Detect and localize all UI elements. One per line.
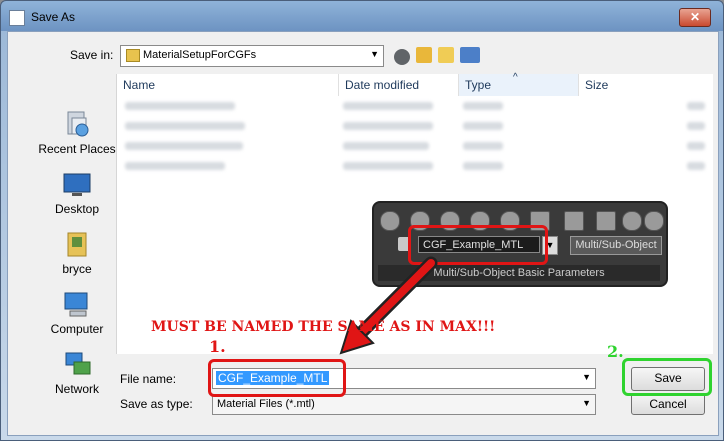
- places-bar: Recent Places Desktop bryce Computer Net…: [32, 110, 122, 410]
- file-type-blurred: [463, 122, 503, 130]
- save-as-type-dropdown[interactable]: Material Files (*.mtl) ▼: [212, 394, 596, 415]
- place-recent-places[interactable]: Recent Places: [32, 110, 122, 156]
- save-as-dialog: Save As ✕ Save in: MaterialSetupForCGFs …: [0, 0, 724, 441]
- column-header-date-modified[interactable]: Date modified: [339, 74, 459, 96]
- desktop-icon: [63, 173, 91, 196]
- arrow-annotation: [339, 256, 438, 355]
- go-to-parent-icon: [596, 211, 616, 231]
- place-computer[interactable]: Computer: [32, 290, 122, 336]
- file-type-blurred: [463, 102, 503, 110]
- chevron-down-icon: ▼: [370, 49, 379, 59]
- folder-icon: [126, 49, 140, 62]
- get-material-icon: [380, 211, 400, 231]
- file-date-blurred: [343, 162, 433, 170]
- file-date-blurred: [343, 122, 433, 130]
- place-desktop[interactable]: Desktop: [32, 170, 122, 216]
- file-size-blurred: [687, 102, 705, 110]
- file-name-blurred: [125, 122, 245, 130]
- column-header-size[interactable]: Size: [579, 74, 713, 96]
- title-bar[interactable]: Save As ✕: [1, 1, 723, 31]
- recent-places-icon: [67, 111, 89, 137]
- file-size-blurred: [687, 122, 705, 130]
- step-1-label: 1.: [209, 337, 226, 356]
- highlight-save-button: [622, 358, 712, 396]
- network-icon: [65, 352, 91, 375]
- save-as-type-label: Save as type:: [120, 397, 193, 411]
- window-title: Save As: [31, 10, 76, 24]
- place-label: Network: [54, 382, 99, 396]
- list-item[interactable]: [117, 96, 713, 116]
- place-label: Desktop: [54, 202, 100, 216]
- file-name-blurred: [125, 162, 225, 170]
- place-network[interactable]: Network: [32, 350, 122, 396]
- new-folder-icon[interactable]: [438, 47, 454, 63]
- go-forward-icon: [622, 211, 642, 231]
- place-label: bryce: [62, 262, 92, 276]
- sort-ascending-icon: ^: [513, 72, 518, 83]
- file-name-blurred: [125, 102, 235, 110]
- file-name-label: File name:: [120, 372, 177, 386]
- window-icon: [9, 10, 25, 26]
- warning-text: MUST BE NAMED THE SAME AS IN MAX!!!: [151, 319, 496, 335]
- close-button[interactable]: ✕: [679, 8, 711, 27]
- up-folder-icon[interactable]: [416, 47, 432, 63]
- step-2-label: 2.: [607, 342, 624, 361]
- user-folder-icon: [67, 232, 87, 257]
- file-size-blurred: [687, 142, 705, 150]
- list-item[interactable]: [117, 116, 713, 136]
- checker-icon: [564, 211, 584, 231]
- column-header-type[interactable]: Type ^: [459, 72, 579, 96]
- place-bryce[interactable]: bryce: [32, 230, 122, 276]
- chevron-down-icon[interactable]: ▼: [582, 372, 591, 382]
- file-type-blurred: [463, 162, 503, 170]
- highlight-file-name: [208, 359, 346, 397]
- computer-icon: [64, 292, 88, 317]
- file-name-blurred: [125, 142, 243, 150]
- options-icon: [644, 211, 664, 231]
- list-item[interactable]: [117, 156, 713, 176]
- save-in-dropdown[interactable]: MaterialSetupForCGFs ▼: [120, 45, 384, 67]
- file-type-blurred: [463, 142, 503, 150]
- list-item[interactable]: [117, 136, 713, 156]
- back-icon[interactable]: [394, 49, 410, 65]
- file-date-blurred: [343, 142, 429, 150]
- cancel-button[interactable]: Cancel: [631, 393, 705, 415]
- save-in-label: Save in:: [70, 48, 114, 62]
- file-size-blurred: [687, 162, 705, 170]
- views-menu-icon[interactable]: [460, 47, 480, 63]
- save-in-value: MaterialSetupForCGFs: [143, 49, 257, 61]
- place-label: Recent Places: [38, 142, 116, 156]
- material-type-button: Multi/Sub-Object: [570, 236, 662, 255]
- file-date-blurred: [343, 102, 433, 110]
- column-header-type-label: Type: [465, 78, 492, 92]
- save-as-type-value: Material Files (*.mtl): [217, 398, 315, 410]
- column-header-name[interactable]: Name: [117, 74, 339, 96]
- chevron-down-icon: ▼: [582, 398, 591, 408]
- place-label: Computer: [50, 322, 104, 336]
